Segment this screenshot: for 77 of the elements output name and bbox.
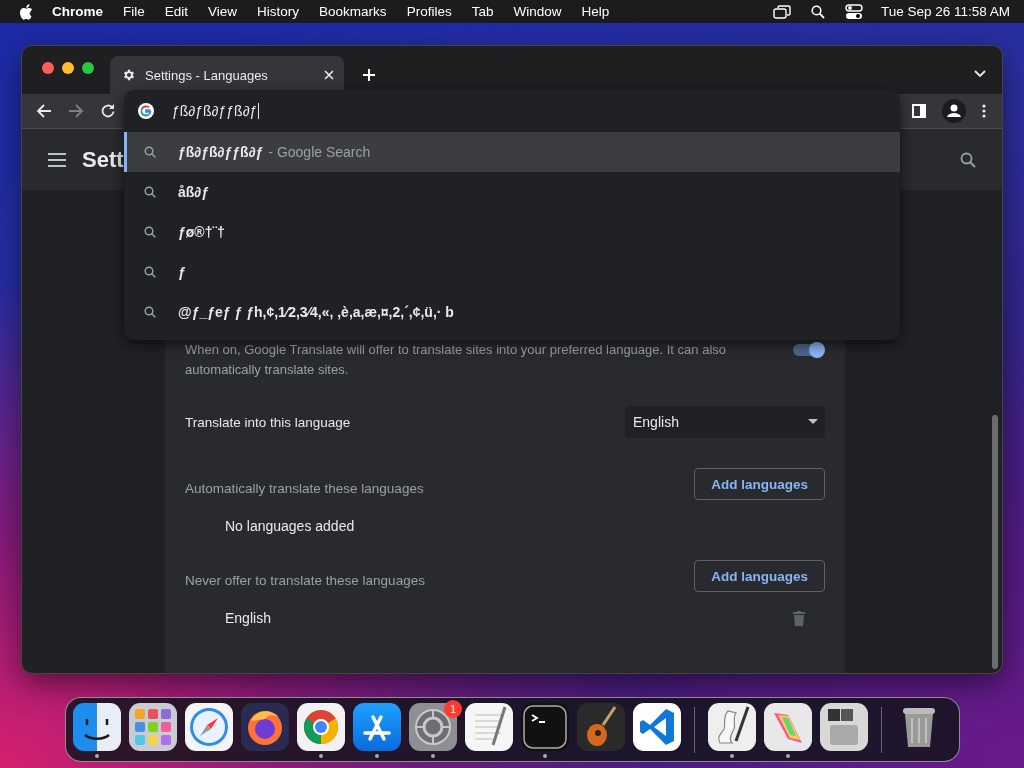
suggestion-text: ƒß∂ƒß∂ƒƒß∂ƒ <box>178 144 264 160</box>
menu-item[interactable]: Edit <box>164 4 189 19</box>
menu-bar-clock[interactable]: Tue Sep 26 11:58 AM <box>880 4 1010 19</box>
suggestion-text: ƒø®†¨† <box>178 224 225 240</box>
search-icon[interactable] <box>810 4 825 19</box>
search-icon <box>144 266 156 278</box>
search-icon <box>144 306 156 318</box>
notepad-icon[interactable] <box>465 703 513 751</box>
scroll-pen-icon[interactable] <box>708 703 756 751</box>
gear-icon <box>122 68 136 82</box>
menu-item[interactable]: View <box>208 4 238 19</box>
terminal-icon[interactable] <box>521 703 569 751</box>
suggestion-source: - Google Search <box>268 144 371 160</box>
gear-icon[interactable] <box>409 703 457 751</box>
back-arrow-icon[interactable] <box>36 103 52 119</box>
control-center-icon[interactable] <box>844 3 863 20</box>
reload-icon[interactable] <box>100 103 116 119</box>
section-label: Never offer to translate these languages <box>185 571 425 588</box>
screens-icon[interactable] <box>772 4 791 19</box>
menu-icon[interactable] <box>48 152 66 167</box>
menu-item[interactable]: Window <box>513 4 562 19</box>
search-icon <box>144 186 156 198</box>
menu-item[interactable]: History <box>257 4 300 19</box>
app-grid-icon[interactable] <box>129 703 177 751</box>
menu-item[interactable]: Help <box>581 4 610 19</box>
setting-label: Translate into this language <box>185 414 351 430</box>
rainbow-ribbon-icon[interactable] <box>764 703 812 751</box>
browser-tab[interactable]: Settings - Languages <box>110 56 344 94</box>
search-icon <box>144 146 156 158</box>
add-languages-button[interactable]: Add languages <box>694 560 825 592</box>
menu-item[interactable]: Bookmarks <box>319 4 387 19</box>
toggle-switch[interactable] <box>793 344 823 356</box>
profile-avatar-icon[interactable] <box>942 99 966 123</box>
fox-globe-icon[interactable] <box>241 703 289 751</box>
ribbon-logo-icon[interactable] <box>633 703 681 751</box>
notification-badge: 1 <box>444 699 462 718</box>
menu-item[interactable]: Profiles <box>406 4 452 19</box>
google-g-icon <box>138 103 154 119</box>
dropdown-arrow-icon <box>808 419 818 425</box>
suggestion-text: åß∂ƒ <box>178 184 210 200</box>
suggestion-text: ƒ <box>178 264 186 280</box>
settings-title: Sett <box>82 146 124 173</box>
compass-icon[interactable] <box>185 703 233 751</box>
tab-search-chevron-icon[interactable] <box>974 70 986 78</box>
suggestion-item[interactable]: ƒß∂ƒß∂ƒƒß∂ƒ - Google Search <box>124 132 900 172</box>
close-tab-icon[interactable] <box>324 70 334 80</box>
suggestion-item[interactable]: ƒ <box>124 252 900 292</box>
suggestion-item[interactable]: åß∂ƒ <box>124 172 900 212</box>
setting-description: When on, Google Translate will offer to translate sites into your preferred language. It can also automatically translate sites. <box>185 341 727 379</box>
suggestion-text: @ƒ_ƒeƒ ƒ ƒh,¢,1⁄2,3⁄4,«, ,è,a,æ,¤,2,´,¢,ü,· b <box>178 304 454 320</box>
language-item: English <box>225 610 271 626</box>
menu-item[interactable]: Tab <box>471 4 494 19</box>
language-dropdown[interactable]: English <box>625 406 825 438</box>
search-icon <box>144 226 156 238</box>
side-panel-icon[interactable] <box>912 104 926 118</box>
app-menu[interactable]: Chrome <box>52 4 103 19</box>
close-window-button[interactable] <box>42 62 54 74</box>
tab-title: Settings - Languages <box>145 67 269 83</box>
suggestion-item[interactable]: ƒø®†¨† <box>124 212 900 252</box>
section-label: Automatically translate these languages <box>185 479 424 496</box>
more-menu-icon[interactable] <box>982 104 986 118</box>
pencils-a-icon[interactable] <box>353 703 401 751</box>
scrollbar-thumb[interactable] <box>992 415 998 669</box>
apple-logo-icon[interactable] <box>19 3 33 20</box>
new-tab-icon[interactable] <box>362 68 376 82</box>
minimize-window-button[interactable] <box>62 62 74 74</box>
add-languages-button[interactable]: Add languages <box>694 468 825 500</box>
disk-drive-icon[interactable] <box>820 703 868 751</box>
address-field[interactable]: ƒß∂ƒß∂ƒƒß∂ƒ <box>172 103 260 119</box>
trash-icon[interactable] <box>793 610 805 626</box>
suggestion-item[interactable]: @ƒ_ƒeƒ ƒ ƒh,¢,1⁄2,3⁄4,«, ,è,a,æ,¤,2,´,¢,ü,· b <box>124 292 900 332</box>
split-face-icon[interactable] <box>73 703 121 751</box>
forward-arrow-icon[interactable] <box>68 103 84 119</box>
guitar-icon[interactable] <box>577 703 625 751</box>
zoom-window-button[interactable] <box>82 62 94 74</box>
empty-list-message: No languages added <box>225 518 355 534</box>
menu-item[interactable]: File <box>123 4 145 19</box>
